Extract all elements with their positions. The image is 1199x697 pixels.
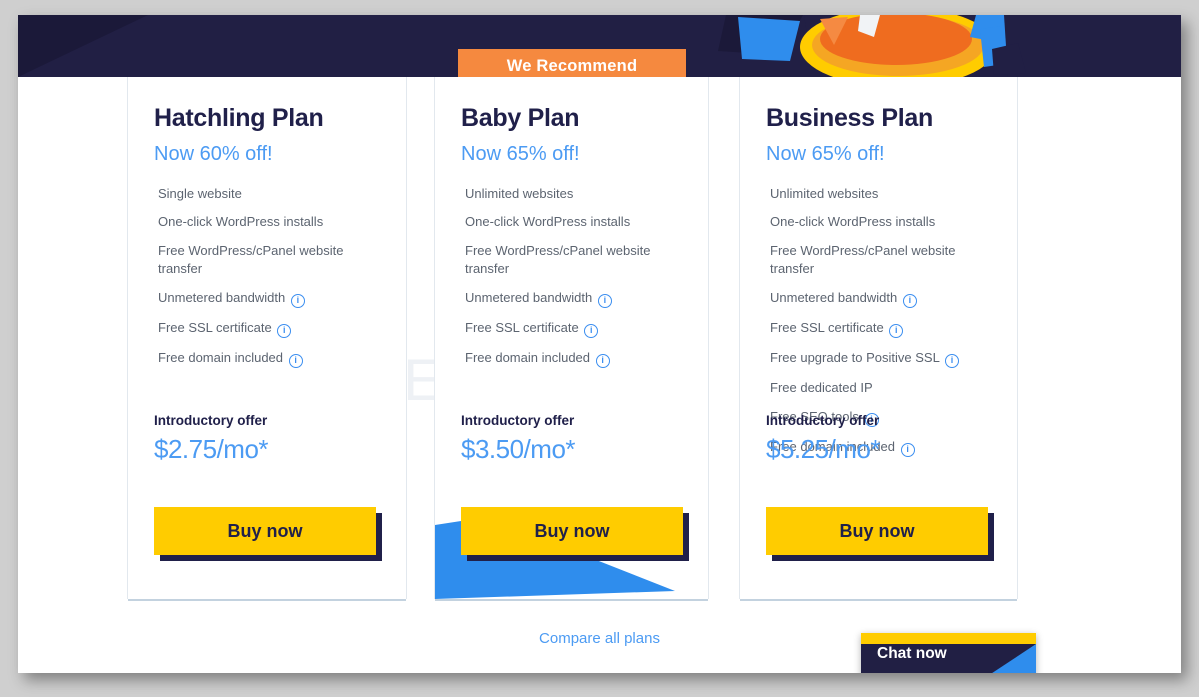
feature-label: Unlimited websites xyxy=(770,185,879,201)
offer-label: Introductory offer xyxy=(154,413,268,428)
feature-label: One-click WordPress installs xyxy=(770,214,936,230)
feature-label: Unlimited websites xyxy=(465,185,574,201)
offer-label: Introductory offer xyxy=(461,413,575,428)
info-icon[interactable]: i xyxy=(288,354,303,369)
price-block: Introductory offer $2.75/mo* xyxy=(154,413,269,465)
feature-label: Free SSL certificate xyxy=(465,320,579,336)
feature-item: Free WordPress/cPanel website transfer xyxy=(154,242,382,278)
feature-label: Free upgrade to Positive SSL xyxy=(770,350,940,366)
buy-now-button[interactable]: Buy now xyxy=(461,507,683,555)
plan-discount: Now 65% off! xyxy=(766,142,885,165)
chat-widget-top-bar xyxy=(861,633,1036,644)
card-content: Baby Plan Now 65% off! Unlimited website… xyxy=(435,77,708,369)
feature-label: Free SSL certificate xyxy=(770,320,884,336)
pricing-card-baby: Baby Plan Now 65% off! Unlimited website… xyxy=(435,77,708,599)
plan-discount: Now 65% off! xyxy=(461,142,580,165)
feature-label: Free WordPress/cPanel website transfer xyxy=(158,243,344,277)
screenshot-root: We Recommend ORIDSITE.COM Hatchling Plan… xyxy=(0,0,1199,697)
feature-item: Unlimited websites xyxy=(461,185,684,203)
recommended-badge-label: We Recommend xyxy=(506,57,638,75)
plan-price: $3.50/mo* xyxy=(461,434,576,464)
feature-label: Unmetered bandwidth xyxy=(158,290,286,306)
feature-item: Unmetered bandwidth i xyxy=(766,289,993,309)
plan-discount: Now 60% off! xyxy=(154,142,273,165)
card-content: Hatchling Plan Now 60% off! Single websi… xyxy=(128,77,406,369)
feature-item: Free SSL certificate i xyxy=(766,319,993,339)
feature-item: Unmetered bandwidth i xyxy=(461,289,684,309)
info-icon[interactable]: i xyxy=(900,443,915,458)
feature-item: Unlimited websites xyxy=(766,185,993,203)
feature-item: Free domain included i xyxy=(461,349,684,369)
feature-label: Free WordPress/cPanel website transfer xyxy=(770,243,956,277)
feature-label: Free SSL certificate xyxy=(158,320,272,336)
price-block: Introductory offer $3.50/mo* xyxy=(461,413,576,465)
feature-label: Single website xyxy=(158,185,242,201)
info-icon[interactable]: i xyxy=(889,324,904,339)
feature-label: Free domain included xyxy=(465,350,591,366)
feature-item: Free upgrade to Positive SSL i xyxy=(766,349,993,369)
chat-now-label: Chat now xyxy=(877,645,947,662)
card-content: Business Plan Now 65% off! Unlimited web… xyxy=(740,77,1017,458)
buy-button-wrap: Buy now xyxy=(766,507,988,555)
feature-list: Unlimited websites One-click WordPress in… xyxy=(461,185,684,369)
info-icon[interactable]: i xyxy=(277,324,292,339)
feature-item: Free dedicated IP xyxy=(766,379,993,397)
feature-label: Unmetered bandwidth xyxy=(770,290,898,306)
feature-item: Free domain included i xyxy=(154,349,382,369)
hero-corner-shape xyxy=(18,15,148,77)
feature-item: Single website xyxy=(154,185,382,203)
feature-label: Free WordPress/cPanel website transfer xyxy=(465,243,651,277)
feature-item: Free WordPress/cPanel website transfer xyxy=(461,242,684,278)
buy-button-wrap: Buy now xyxy=(461,507,683,555)
feature-item: One-click WordPress installs xyxy=(766,213,993,231)
feature-label: Unmetered bandwidth xyxy=(465,290,593,306)
feature-item: Free SSL certificate i xyxy=(154,319,382,339)
info-icon[interactable]: i xyxy=(902,294,917,309)
info-icon[interactable]: i xyxy=(944,354,959,369)
plan-title: Business Plan xyxy=(766,104,933,132)
offer-label: Introductory offer xyxy=(766,413,880,428)
info-icon[interactable]: i xyxy=(290,294,305,309)
feature-label: Free domain included xyxy=(158,350,284,366)
buy-now-button[interactable]: Buy now xyxy=(154,507,376,555)
feature-item: One-click WordPress installs xyxy=(154,213,382,231)
plan-title: Baby Plan xyxy=(461,104,580,132)
pricing-card-business: Business Plan Now 65% off! Unlimited web… xyxy=(740,77,1017,599)
info-icon[interactable]: i xyxy=(584,324,599,339)
plan-price: $5.25/mo* xyxy=(766,434,881,464)
feature-item: Free WordPress/cPanel website transfer xyxy=(766,242,993,278)
feature-item: Unmetered bandwidth i xyxy=(154,289,382,309)
feature-item: Free SSL certificate i xyxy=(461,319,684,339)
feature-label: Free dedicated IP xyxy=(770,380,873,396)
feature-item: One-click WordPress installs xyxy=(461,213,684,231)
price-block: Introductory offer $5.25/mo* xyxy=(766,413,881,465)
info-icon[interactable]: i xyxy=(597,294,612,309)
buy-button-wrap: Buy now xyxy=(154,507,376,555)
feature-label: One-click WordPress installs xyxy=(465,214,631,230)
buy-now-button[interactable]: Buy now xyxy=(766,507,988,555)
plan-price: $2.75/mo* xyxy=(154,434,269,464)
pricing-card-hatchling: Hatchling Plan Now 60% off! Single websi… xyxy=(128,77,406,599)
chat-now-widget[interactable]: Chat now xyxy=(861,633,1036,673)
plan-title: Hatchling Plan xyxy=(154,104,324,132)
page-frame: We Recommend ORIDSITE.COM Hatchling Plan… xyxy=(18,15,1181,673)
feature-list: Single website One-click WordPress instal… xyxy=(154,185,382,369)
gecko-mascot-illustration xyxy=(708,15,1038,77)
feature-label: One-click WordPress installs xyxy=(158,214,324,230)
info-icon[interactable]: i xyxy=(595,354,610,369)
